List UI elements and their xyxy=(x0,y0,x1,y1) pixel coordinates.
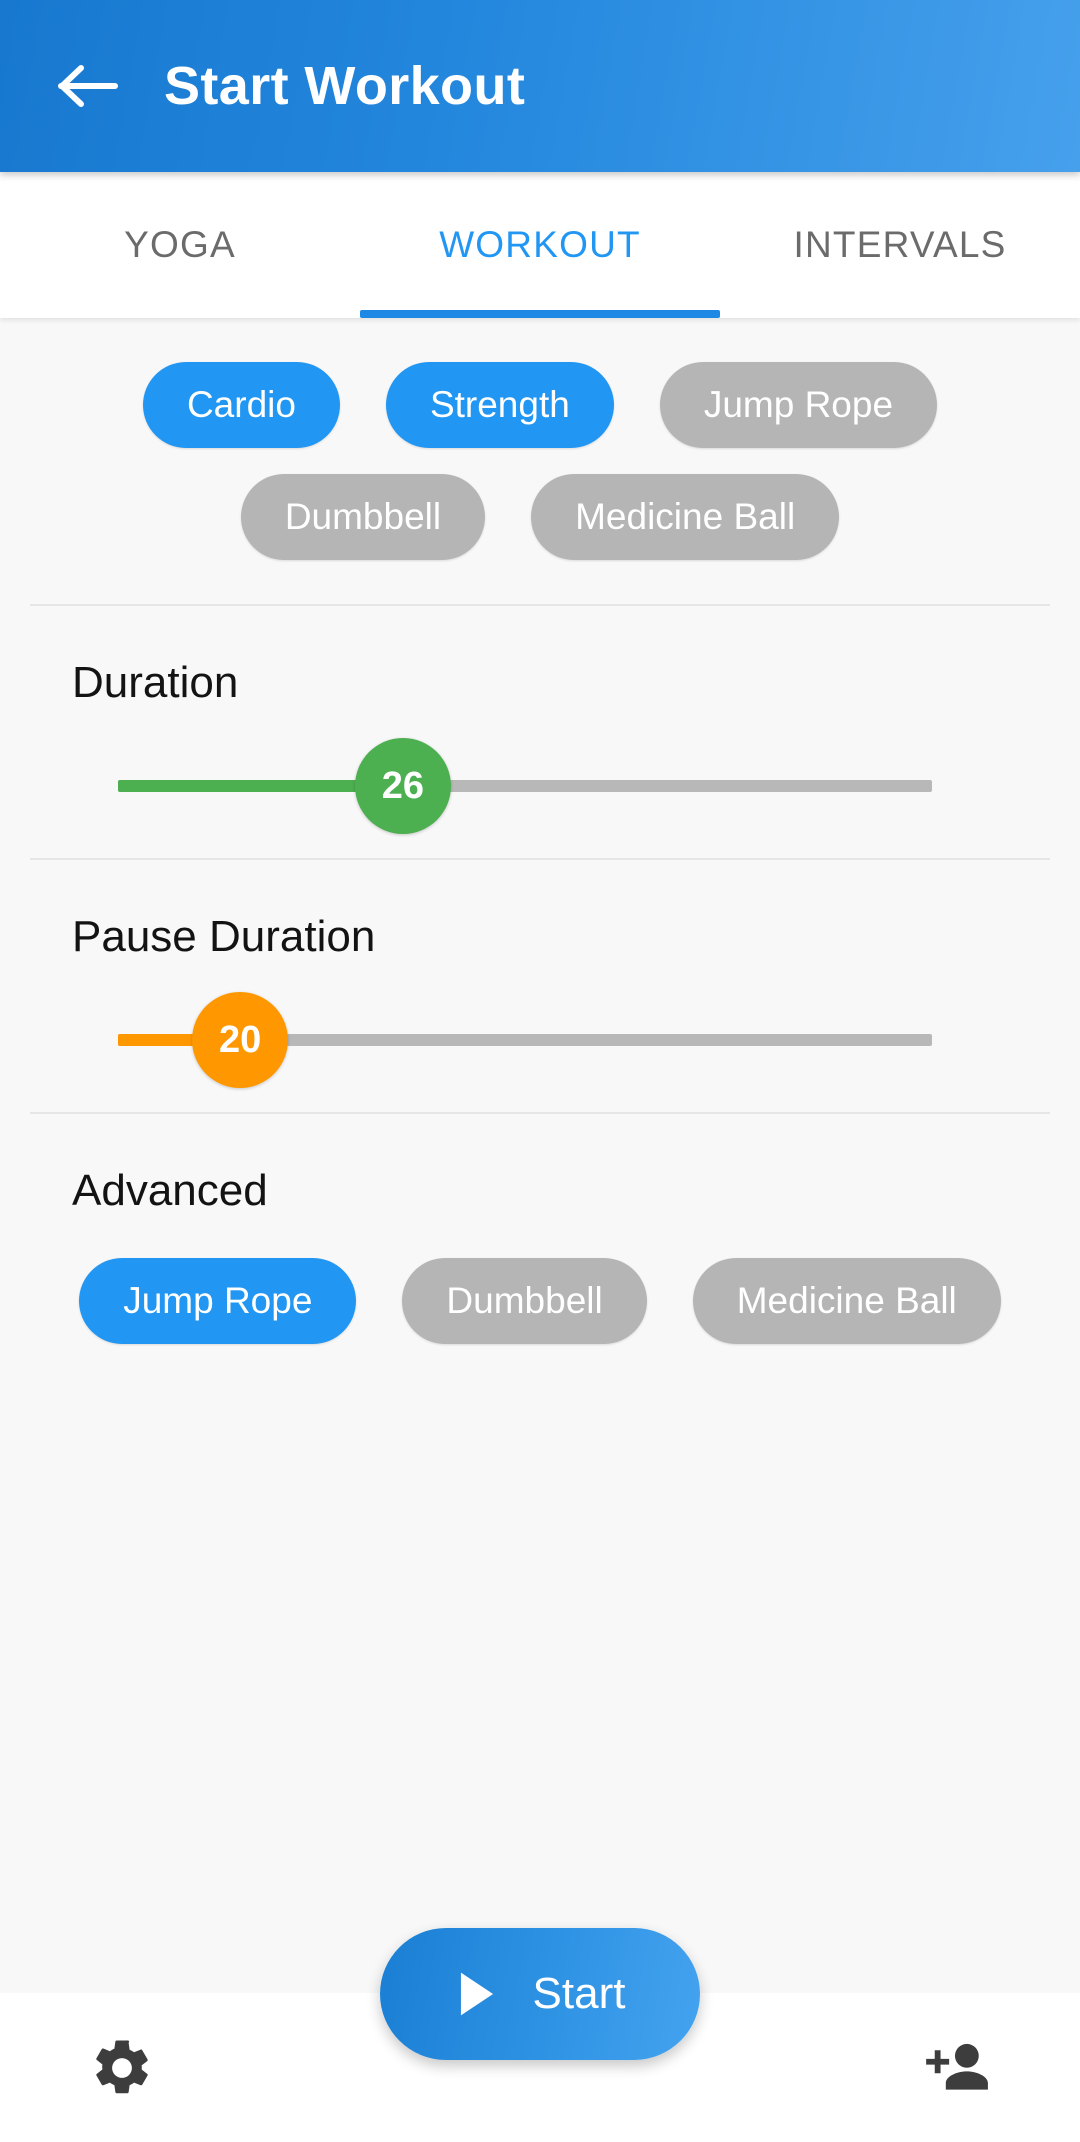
page-title: Start Workout xyxy=(164,56,526,116)
add-person-button[interactable] xyxy=(898,2008,1018,2128)
tab-workout[interactable]: WORKOUT xyxy=(360,172,720,318)
duration-section: Duration 26 xyxy=(0,606,1080,858)
pause-duration-section: Pause Duration 20 xyxy=(0,860,1080,1112)
filter-chip-jump-rope-label: Jump Rope xyxy=(703,384,894,425)
filter-chip-strength-label: Strength xyxy=(429,384,570,425)
pause-duration-slider-thumb[interactable]: 20 xyxy=(192,992,289,1088)
filter-chips-section: Cardio Strength Jump Rope Dumbbell Medic… xyxy=(0,318,1080,560)
filter-chip-jump-rope[interactable]: Jump Rope xyxy=(659,362,938,448)
duration-title: Duration xyxy=(72,658,239,707)
play-icon xyxy=(460,1972,493,2016)
add-person-icon xyxy=(926,2043,988,2090)
start-button[interactable]: Start xyxy=(380,1928,700,2060)
duration-slider[interactable]: 26 xyxy=(88,708,992,858)
filter-chip-dumbbell[interactable]: Dumbbell xyxy=(240,474,486,560)
filter-chip-cardio[interactable]: Cardio xyxy=(142,362,340,448)
back-button[interactable] xyxy=(40,38,136,134)
tab-yoga[interactable]: YOGA xyxy=(0,172,360,318)
advanced-chip-jump-rope[interactable]: Jump Rope xyxy=(79,1258,357,1344)
tab-active-indicator xyxy=(360,310,720,318)
filter-chips-row-2: Dumbbell Medicine Ball xyxy=(0,474,1080,560)
content-area: Cardio Strength Jump Rope Dumbbell Medic… xyxy=(0,318,1080,1993)
pause-duration-slider[interactable]: 20 xyxy=(88,962,992,1112)
filter-chips-row-1: Cardio Strength Jump Rope xyxy=(0,362,1080,448)
tab-intervals[interactable]: INTERVALS xyxy=(720,172,1080,318)
arrow-left-icon xyxy=(58,65,118,107)
spacer-filters-bottom xyxy=(0,560,1080,604)
advanced-title: Advanced xyxy=(72,1166,268,1215)
duration-slider-value: 26 xyxy=(381,764,425,807)
filter-chip-cardio-label: Cardio xyxy=(186,384,296,425)
start-button-label: Start xyxy=(532,1969,626,2018)
advanced-chip-medicine-ball-label: Medicine Ball xyxy=(736,1280,957,1321)
advanced-section: Advanced Jump Rope Dumbbell Medicine Bal… xyxy=(0,1114,1080,1344)
tab-intervals-label: INTERVALS xyxy=(793,224,1007,265)
advanced-chip-dumbbell[interactable]: Dumbbell xyxy=(402,1258,647,1344)
pause-duration-slider-value: 20 xyxy=(218,1018,262,1061)
tab-yoga-label: YOGA xyxy=(124,224,236,265)
duration-slider-thumb[interactable]: 26 xyxy=(354,738,451,834)
filter-chip-medicine-ball-label: Medicine Ball xyxy=(575,496,796,537)
settings-button[interactable] xyxy=(62,2008,182,2128)
advanced-chip-jump-rope-label: Jump Rope xyxy=(123,1280,313,1321)
gear-icon xyxy=(96,2039,148,2093)
tab-bar: YOGA WORKOUT INTERVALS xyxy=(0,172,1080,318)
filter-chip-medicine-ball[interactable]: Medicine Ball xyxy=(531,474,840,560)
app-bar: Start Workout xyxy=(0,0,1080,172)
advanced-chip-medicine-ball[interactable]: Medicine Ball xyxy=(692,1258,1001,1344)
advanced-chips-row: Jump Rope Dumbbell Medicine Ball xyxy=(30,1216,1050,1344)
tab-workout-label: WORKOUT xyxy=(439,224,641,265)
advanced-chip-dumbbell-label: Dumbbell xyxy=(446,1280,603,1321)
app-root: Start Workout YOGA WORKOUT INTERVALS Car… xyxy=(0,0,1080,2142)
pause-duration-title: Pause Duration xyxy=(72,912,376,961)
filter-chip-strength[interactable]: Strength xyxy=(385,362,614,448)
filter-chip-dumbbell-label: Dumbbell xyxy=(284,496,442,537)
